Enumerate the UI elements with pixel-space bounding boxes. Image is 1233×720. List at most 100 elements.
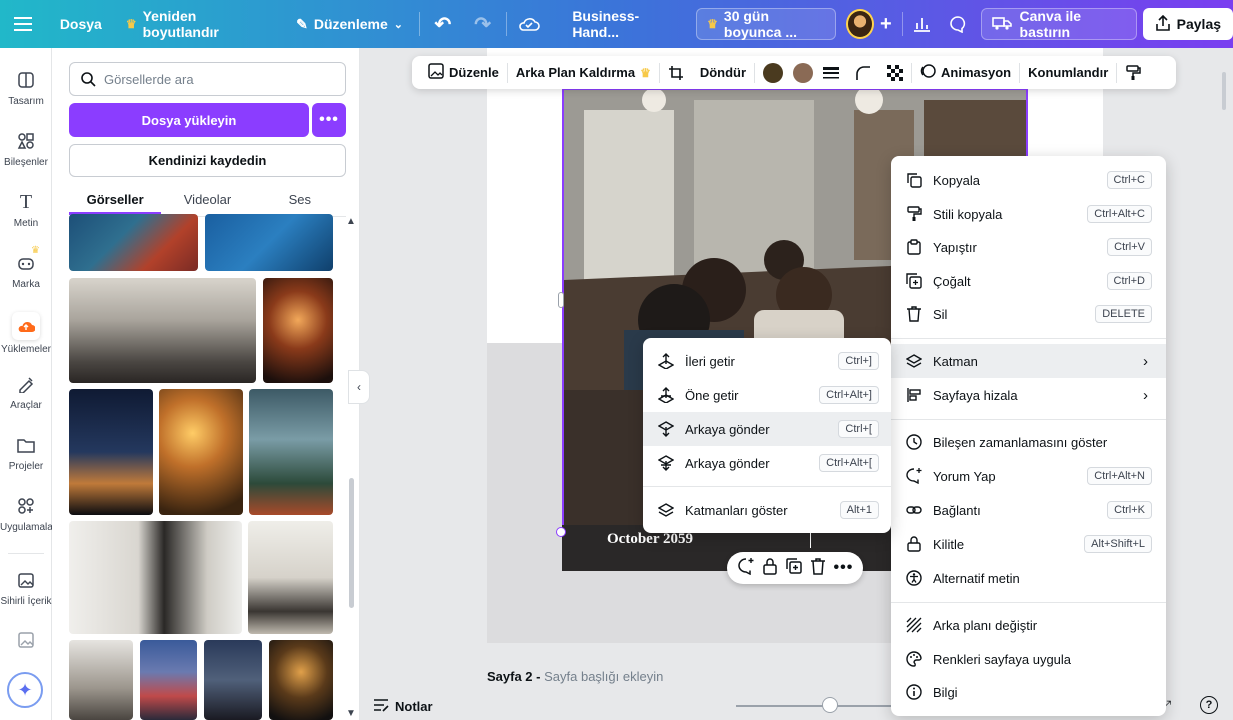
image-thumbnail[interactable] bbox=[69, 214, 198, 271]
menu-item-bring-to-front[interactable]: Öne getir Ctrl+Alt+] bbox=[643, 378, 891, 412]
menu-item-lock[interactable]: Kilitle Alt+Shift+L bbox=[891, 527, 1166, 561]
border-style-icon[interactable] bbox=[815, 56, 847, 89]
nav-projects[interactable]: Projeler bbox=[0, 433, 52, 472]
undo-icon[interactable]: ↶ bbox=[428, 8, 458, 40]
search-input[interactable]: Görsellerde ara bbox=[69, 62, 346, 96]
nav-elements[interactable]: Bileşenler bbox=[0, 129, 52, 168]
insights-icon[interactable] bbox=[907, 8, 937, 40]
menu-item-show-timing[interactable]: Bileşen zamanlamasını göster bbox=[891, 425, 1166, 459]
edit-mode-dropdown[interactable]: ✎ Düzenleme ⌄ bbox=[288, 8, 411, 40]
file-menu[interactable]: Dosya bbox=[52, 8, 110, 40]
paint-roller-icon[interactable] bbox=[1117, 56, 1149, 89]
menu-item-copy-style[interactable]: Stili kopyala Ctrl+Alt+C bbox=[891, 197, 1166, 231]
more-options-button[interactable]: ••• bbox=[312, 103, 346, 137]
trash-icon[interactable] bbox=[810, 557, 826, 580]
date-text[interactable]: October 2059 bbox=[607, 531, 693, 548]
menu-item-change-background[interactable]: Arka planı değiştir bbox=[891, 608, 1166, 642]
tab-images[interactable]: Görseller bbox=[69, 185, 162, 215]
rotate-button[interactable]: Döndür bbox=[692, 56, 754, 89]
nav-brand[interactable]: Marka ♛ bbox=[0, 245, 52, 290]
crop-icon[interactable] bbox=[660, 56, 692, 89]
menu-item-link[interactable]: Bağlantı Ctrl+K bbox=[891, 493, 1166, 527]
menu-item-copy[interactable]: Kopyala Ctrl+C bbox=[891, 163, 1166, 197]
duplicate-icon[interactable] bbox=[785, 557, 803, 580]
image-thumbnail[interactable] bbox=[69, 640, 133, 720]
nav-uploads[interactable]: Yüklemeler bbox=[0, 312, 52, 355]
color-swatch-1[interactable] bbox=[755, 56, 791, 89]
cloud-sync-icon[interactable] bbox=[515, 8, 545, 40]
upload-button[interactable]: Dosya yükleyin bbox=[69, 103, 309, 137]
tab-audio[interactable]: Ses bbox=[254, 185, 346, 215]
more-icon: ••• bbox=[319, 111, 339, 128]
image-thumbnail[interactable] bbox=[69, 278, 256, 383]
image-thumbnail[interactable] bbox=[269, 640, 333, 720]
zoom-slider-handle[interactable] bbox=[822, 697, 838, 713]
menu-item-bring-forward[interactable]: İleri getir Ctrl+] bbox=[643, 344, 891, 378]
transparency-icon[interactable] bbox=[879, 56, 911, 89]
menu-item-delete[interactable]: Sil DELETE bbox=[891, 297, 1166, 331]
notes-button[interactable]: Notlar bbox=[373, 698, 433, 715]
canvas-scrollbar[interactable] bbox=[1222, 72, 1226, 110]
zoom-slider[interactable] bbox=[736, 705, 896, 707]
panel-scrollbar[interactable] bbox=[349, 478, 354, 608]
image-thumbnail[interactable] bbox=[140, 640, 197, 720]
print-button[interactable]: Canva ile bastırın bbox=[980, 8, 1137, 40]
add-collaborator-icon[interactable]: + bbox=[874, 8, 898, 40]
corner-rounding-icon[interactable] bbox=[847, 56, 879, 89]
scroll-down-icon[interactable]: ▼ bbox=[346, 708, 356, 719]
nav-design[interactable]: Tasarım bbox=[0, 68, 52, 107]
image-thumbnail[interactable] bbox=[263, 278, 333, 383]
resize-button[interactable]: ♛ Yeniden boyutlandır bbox=[118, 8, 274, 40]
image-thumbnail[interactable] bbox=[205, 214, 333, 271]
image-thumbnail[interactable] bbox=[69, 521, 242, 634]
menu-item-paste[interactable]: Yapıştır Ctrl+V bbox=[891, 230, 1166, 264]
menu-item-send-backward[interactable]: Arkaya gönder Ctrl+[ bbox=[643, 412, 891, 446]
image-thumbnail[interactable] bbox=[249, 389, 333, 515]
animate-button[interactable]: Animasyon bbox=[912, 56, 1019, 89]
nav-magic-media[interactable]: Sihirli İçerik bbox=[0, 568, 52, 607]
resize-handle[interactable] bbox=[556, 527, 566, 537]
lock-icon[interactable] bbox=[762, 557, 778, 580]
menu-item-apply-colors[interactable]: Renkleri sayfaya uygula bbox=[891, 642, 1166, 676]
image-thumbnail[interactable] bbox=[159, 389, 243, 515]
image-thumbnail[interactable] bbox=[204, 640, 262, 720]
avatar[interactable] bbox=[845, 9, 874, 39]
image-thumbnail[interactable] bbox=[69, 389, 153, 515]
nav-tools[interactable]: Araçlar bbox=[0, 372, 52, 411]
help-icon[interactable]: ? bbox=[1200, 696, 1218, 714]
scroll-up-icon[interactable]: ▲ bbox=[346, 216, 356, 227]
share-button[interactable]: Paylaş bbox=[1142, 8, 1233, 40]
redo-icon[interactable]: ↷ bbox=[468, 8, 498, 40]
position-button[interactable]: Konumlandır bbox=[1020, 56, 1116, 89]
nav-apps[interactable]: Uygulamalar bbox=[0, 494, 56, 533]
more-icon[interactable]: ••• bbox=[834, 559, 854, 577]
menu-item-duplicate[interactable]: Çoğalt Ctrl+D bbox=[891, 264, 1166, 298]
magic-assistant-icon[interactable]: ✦ bbox=[7, 672, 43, 708]
menu-item-comment[interactable]: Yorum Yap Ctrl+Alt+N bbox=[891, 459, 1166, 493]
tab-videos[interactable]: Videolar bbox=[161, 185, 253, 215]
image-icon bbox=[14, 628, 38, 652]
menu-item-send-to-back[interactable]: Arkaya gönder Ctrl+Alt+[ bbox=[643, 446, 891, 480]
resize-handle[interactable] bbox=[558, 292, 564, 308]
menu-item-alt-text[interactable]: Alternatif metin bbox=[891, 561, 1166, 595]
menu-item-layer[interactable]: Katman › bbox=[891, 344, 1166, 378]
chevron-left-icon: ‹ bbox=[357, 380, 361, 394]
edit-image-button[interactable]: Düzenle bbox=[420, 56, 507, 89]
collapse-panel-button[interactable]: ‹ bbox=[348, 370, 370, 404]
trial-button[interactable]: ♛ 30 gün boyunca ... bbox=[696, 8, 836, 40]
comment-add-icon[interactable] bbox=[737, 557, 755, 580]
menu-item-show-layers[interactable]: Katmanları göster Alt+1 bbox=[643, 493, 891, 527]
crown-icon: ♛ bbox=[707, 17, 718, 31]
nav-text[interactable]: T Metin bbox=[0, 190, 52, 230]
menu-item-info[interactable]: Bilgi bbox=[891, 675, 1166, 709]
bg-remove-button[interactable]: Arka Plan Kaldırma ♛ bbox=[508, 56, 659, 89]
comment-icon[interactable] bbox=[943, 8, 973, 40]
image-thumbnail[interactable] bbox=[248, 521, 333, 634]
menu-item-align-to-page[interactable]: Sayfaya hizala › bbox=[891, 378, 1166, 412]
nav-image-app[interactable] bbox=[0, 628, 52, 656]
page-label[interactable]: Sayfa 2 - Sayfa başlığı ekleyin bbox=[487, 669, 663, 684]
record-button[interactable]: Kendinizi kaydedin bbox=[69, 144, 346, 177]
document-title[interactable]: Business-Hand... bbox=[564, 8, 686, 40]
color-swatch-2[interactable] bbox=[791, 56, 815, 89]
menu-icon[interactable] bbox=[8, 8, 38, 40]
